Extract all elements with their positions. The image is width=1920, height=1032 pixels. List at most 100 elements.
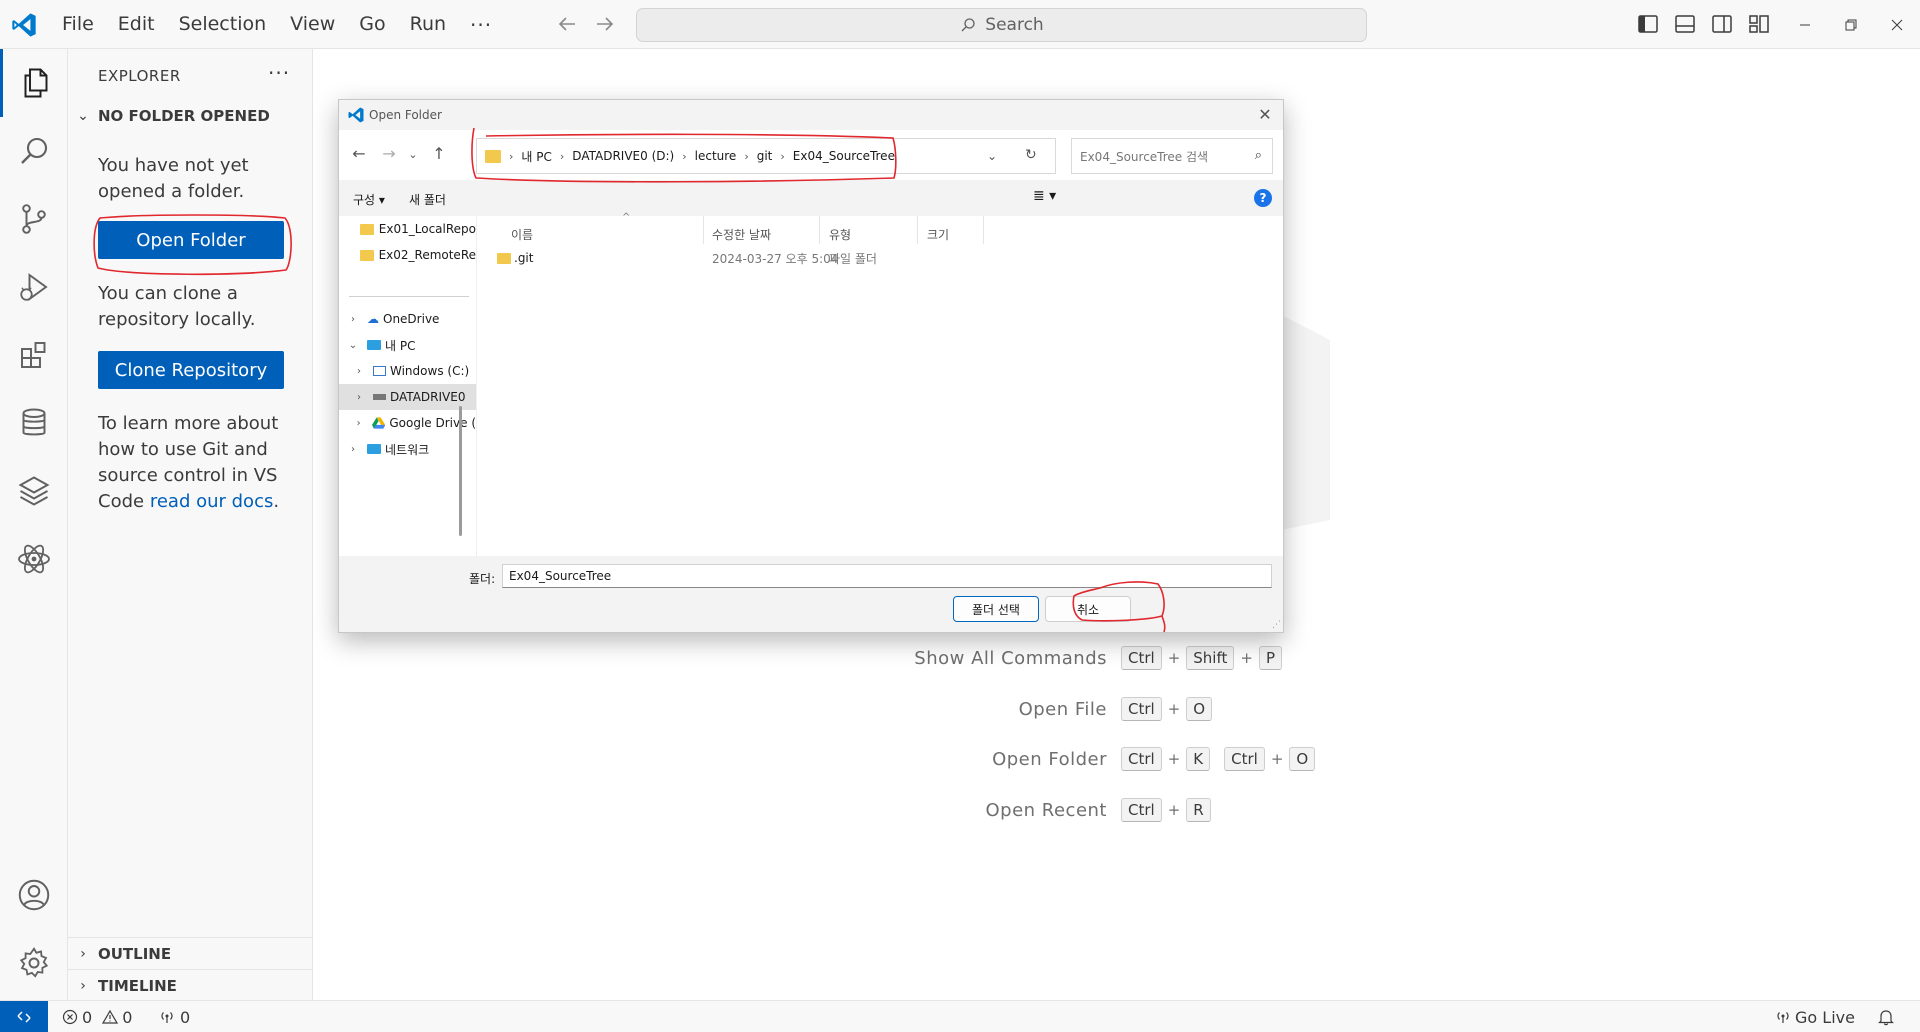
menu-selection[interactable]: Selection	[167, 0, 279, 49]
close-window-icon[interactable]	[1874, 0, 1920, 49]
timeline-section-header[interactable]: › TIMELINE	[68, 969, 313, 1001]
source-control-icon[interactable]	[0, 185, 68, 253]
navigation-pane: Ex01_LocalRepo Ex02_RemoteRe › ☁ OneDriv…	[339, 216, 476, 556]
drive-icon	[373, 394, 386, 400]
go-live-button[interactable]: Go Live	[1775, 1001, 1855, 1032]
menu-bar: File Edit Selection View Go Run ···	[50, 0, 504, 49]
column-type[interactable]: 유형	[829, 226, 851, 243]
dialog-search-input[interactable]: Ex04_SourceTree 검색 ⌕	[1071, 138, 1273, 174]
section-title: NO FOLDER OPENED	[98, 107, 270, 125]
tree-item-ex01[interactable]: Ex01_LocalRepo	[339, 216, 476, 242]
tree-item-google-drive[interactable]: › Google Drive (	[339, 410, 476, 436]
toggle-primary-sidebar-icon[interactable]	[1636, 12, 1660, 36]
view-options-icon[interactable]: ≣ ▾	[1033, 188, 1056, 204]
column-size[interactable]: 크기	[927, 226, 949, 243]
up-arrow-icon[interactable]: ↑	[427, 144, 451, 163]
tree-item-network[interactable]: › 네트워크	[339, 436, 476, 462]
search-view-icon[interactable]	[0, 117, 68, 185]
sidebar-more-icon[interactable]: ···	[268, 61, 290, 85]
customize-layout-icon[interactable]	[1747, 12, 1771, 36]
chevron-right-icon: ›	[780, 149, 785, 163]
notifications-bell-icon[interactable]	[1878, 1001, 1894, 1032]
accounts-icon[interactable]	[0, 861, 68, 929]
database-icon[interactable]	[0, 389, 68, 457]
back-arrow-icon[interactable]: ←	[347, 144, 371, 163]
menu-file[interactable]: File	[50, 0, 106, 49]
cancel-button[interactable]: 취소	[1045, 596, 1131, 622]
no-folder-message: You have not yet opened a folder.	[98, 155, 249, 202]
menu-edit[interactable]: Edit	[106, 0, 167, 49]
settings-gear-icon[interactable]	[0, 929, 68, 997]
layers-icon[interactable]	[0, 457, 68, 525]
breadcrumb-lecture[interactable]: lecture	[695, 149, 737, 163]
search-icon: ⌕	[1254, 148, 1262, 163]
minimize-icon[interactable]	[1782, 0, 1828, 49]
new-folder-button[interactable]: 새 폴더	[409, 191, 446, 208]
column-divider	[703, 216, 704, 244]
dialog-title: Open Folder	[369, 108, 442, 122]
address-bar[interactable]: › 내 PC › DATADRIVE0 (D:) › lecture › git…	[476, 138, 1056, 174]
tree-item-this-pc[interactable]: ⌄ 내 PC	[339, 332, 476, 358]
recent-locations-chevron-icon[interactable]: ⌄	[401, 148, 425, 161]
organize-button[interactable]: 구성 ▾	[353, 191, 385, 208]
outline-section-header[interactable]: › OUTLINE	[68, 937, 313, 969]
no-folder-section-header[interactable]: ⌄ NO FOLDER OPENED	[68, 101, 313, 131]
breadcrumb-pc[interactable]: 내 PC	[521, 148, 551, 165]
resize-grip-icon[interactable]: ⋰	[1272, 620, 1281, 630]
column-date[interactable]: 수정한 날짜	[712, 226, 771, 243]
shortcut-open-file: Open File Ctrl + O	[313, 697, 1313, 721]
address-dropdown-icon[interactable]: ⌄	[987, 149, 997, 163]
refresh-icon[interactable]: ↻	[1025, 147, 1037, 163]
folder-icon	[359, 223, 374, 235]
column-divider	[819, 216, 820, 244]
tree-item-onedrive[interactable]: › ☁ OneDrive	[339, 306, 476, 332]
toggle-panel-icon[interactable]	[1673, 12, 1697, 36]
tree-scrollbar[interactable]	[459, 406, 462, 536]
run-debug-icon[interactable]	[0, 253, 68, 321]
open-folder-button[interactable]: Open Folder	[98, 221, 284, 259]
back-arrow-icon[interactable]	[555, 12, 579, 36]
sort-ascending-icon: ^	[622, 212, 631, 223]
breadcrumb-drive[interactable]: DATADRIVE0 (D:)	[572, 149, 674, 163]
outline-title: OUTLINE	[98, 944, 172, 963]
folder-name-input[interactable]: Ex04_SourceTree	[502, 564, 1272, 588]
folder-icon	[485, 149, 501, 163]
forward-arrow-icon[interactable]: →	[377, 144, 401, 163]
react-icon[interactable]	[0, 525, 68, 593]
chevron-right-icon: ›	[682, 149, 687, 163]
tree-item-datadrive0[interactable]: › DATADRIVE0	[339, 384, 476, 410]
folder-field-label: 폴더:	[469, 572, 496, 586]
restore-icon[interactable]	[1828, 0, 1874, 49]
shortcut-label: Open Folder	[992, 748, 1107, 770]
tree-item-ex02[interactable]: Ex02_RemoteRe	[339, 242, 476, 268]
table-row[interactable]: .git 2024-03-27 오후 5:04 파일 폴더	[477, 246, 1266, 270]
remote-indicator-icon[interactable]	[0, 1001, 48, 1032]
organize-label: 구성	[353, 193, 376, 207]
menu-more-icon[interactable]: ···	[458, 13, 504, 37]
menu-go[interactable]: Go	[347, 0, 397, 49]
breadcrumb-current[interactable]: Ex04_SourceTree	[793, 149, 895, 163]
extensions-icon[interactable]	[0, 321, 68, 389]
key-cap: Shift	[1186, 646, 1235, 670]
select-folder-button[interactable]: 폴더 선택	[953, 596, 1039, 622]
menu-run[interactable]: Run	[398, 0, 458, 49]
read-docs-link[interactable]: read our docs	[150, 491, 274, 512]
column-name[interactable]: 이름	[511, 226, 533, 243]
shortcut-label: Open File	[1018, 698, 1107, 720]
chevron-right-icon: ›	[509, 149, 514, 163]
menu-view[interactable]: View	[278, 0, 347, 49]
clone-repository-button[interactable]: Clone Repository	[98, 351, 284, 389]
broadcast-icon	[161, 1012, 173, 1023]
problems-indicator[interactable]: 0 0	[62, 1001, 132, 1032]
toggle-secondary-sidebar-icon[interactable]	[1710, 12, 1734, 36]
explorer-icon[interactable]	[0, 49, 68, 117]
command-center-search[interactable]: Search	[636, 8, 1367, 42]
tree-item-windows-c[interactable]: › Windows (C:)	[339, 358, 476, 384]
tree-label: Windows (C:)	[390, 364, 470, 378]
breadcrumb-git[interactable]: git	[757, 149, 773, 163]
title-bar: File Edit Selection View Go Run ··· Sear…	[0, 0, 1920, 49]
dialog-close-icon[interactable]: ✕	[1253, 104, 1277, 126]
ports-indicator[interactable]: 0	[158, 1001, 190, 1032]
forward-arrow-icon[interactable]	[593, 12, 617, 36]
help-icon[interactable]: ?	[1254, 189, 1272, 207]
